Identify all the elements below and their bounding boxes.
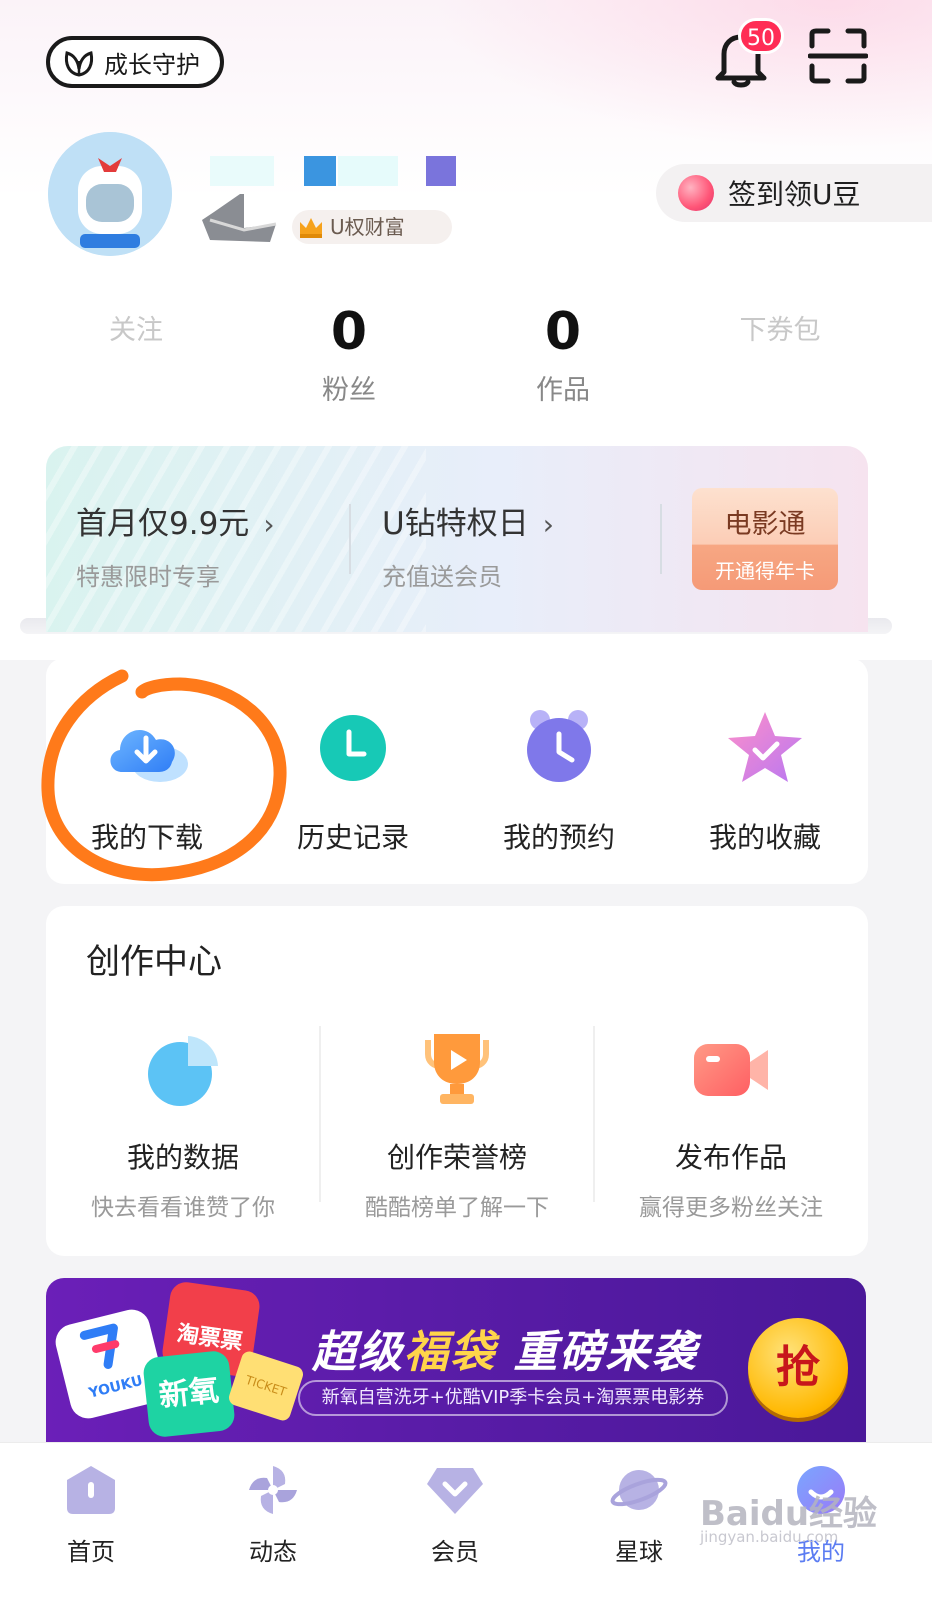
creation-honor-list[interactable]: 创作荣誉榜 酷酷榜单了解一下 bbox=[320, 1030, 594, 1222]
stat-works[interactable]: 0 作品 bbox=[493, 302, 633, 407]
planet-icon bbox=[610, 1470, 668, 1510]
xinyang-tile: 新氧 bbox=[142, 1349, 236, 1439]
guardian-button[interactable]: 成长守护 bbox=[46, 36, 224, 88]
creation-publish[interactable]: 发布作品 赢得更多粉丝关注 bbox=[594, 1030, 868, 1222]
trophy-play-icon bbox=[425, 1034, 489, 1104]
leaf-icon bbox=[64, 51, 94, 77]
pie-chart-icon bbox=[148, 1036, 218, 1106]
blurred-username-segment bbox=[426, 156, 456, 186]
scan-icon[interactable] bbox=[808, 28, 868, 84]
blurred-username-segment bbox=[338, 156, 398, 186]
quick-actions-card: 我的下载 历史记录 我的预约 我的收藏 bbox=[46, 658, 868, 884]
astronaut-avatar-icon bbox=[48, 132, 172, 256]
vip-offer-first-month[interactable]: 首月仅9.9元 › 特惠限时专享 bbox=[76, 498, 275, 592]
creation-center-title: 创作中心 bbox=[86, 942, 222, 982]
quick-action-reservations[interactable]: 我的预约 bbox=[464, 708, 654, 856]
stat-fans[interactable]: 0 粉丝 bbox=[279, 302, 419, 407]
checkin-button[interactable]: 签到领U豆 bbox=[656, 164, 932, 222]
chevron-right-icon: › bbox=[263, 508, 275, 541]
chevron-right-icon: › bbox=[542, 508, 554, 541]
avatar[interactable] bbox=[48, 132, 172, 256]
history-clock-icon bbox=[320, 715, 386, 781]
divider bbox=[660, 504, 662, 574]
guardian-label: 成长守护 bbox=[104, 50, 200, 79]
divider bbox=[349, 504, 351, 574]
alarm-clock-icon bbox=[527, 710, 591, 782]
nav-feed[interactable]: 动态 bbox=[218, 1462, 328, 1567]
baidu-watermark-url: jingyan.baidu.com bbox=[700, 1528, 839, 1546]
nav-home[interactable]: 首页 bbox=[36, 1462, 146, 1567]
quick-action-download[interactable]: 我的下载 bbox=[52, 708, 242, 856]
creation-my-data[interactable]: 我的数据 快去看看谁赞了你 bbox=[46, 1030, 320, 1222]
favorite-star-icon bbox=[728, 712, 802, 782]
checkin-label: 签到领U豆 bbox=[728, 178, 861, 211]
nav-planet[interactable]: 星球 bbox=[584, 1462, 694, 1567]
notification-badge: 50 bbox=[738, 18, 784, 54]
home-icon bbox=[67, 1466, 115, 1514]
u-bean-icon bbox=[678, 175, 714, 211]
promo-subtitle: 新氧自营洗牙+优酷VIP季卡会员+淘票票电影券 bbox=[298, 1380, 728, 1416]
download-cloud-icon bbox=[110, 729, 188, 782]
pinwheel-icon bbox=[249, 1466, 297, 1514]
vip-diamond-icon bbox=[427, 1468, 483, 1514]
blurred-username-segment bbox=[304, 156, 336, 186]
stat-following[interactable]: 关注 bbox=[66, 302, 206, 347]
video-camera-icon bbox=[694, 1044, 768, 1096]
grab-button[interactable]: 抢 bbox=[748, 1318, 848, 1418]
quick-action-history[interactable]: 历史记录 bbox=[258, 708, 448, 856]
promo-title: 超级福袋 重磅来袭 bbox=[312, 1327, 698, 1378]
vip-offer-diamond-day[interactable]: U钻特权日 › 充值送会员 bbox=[382, 498, 554, 592]
stat-coupons[interactable]: 下券包 bbox=[710, 302, 850, 347]
blurred-name-shape bbox=[202, 194, 277, 242]
nav-vip[interactable]: 会员 bbox=[400, 1462, 510, 1567]
quick-action-favorites[interactable]: 我的收藏 bbox=[670, 708, 860, 856]
movie-pass-button[interactable]: 电影通 开通得年卡 bbox=[692, 488, 838, 590]
crown-icon bbox=[300, 218, 322, 238]
blurred-username-segment bbox=[210, 156, 274, 186]
